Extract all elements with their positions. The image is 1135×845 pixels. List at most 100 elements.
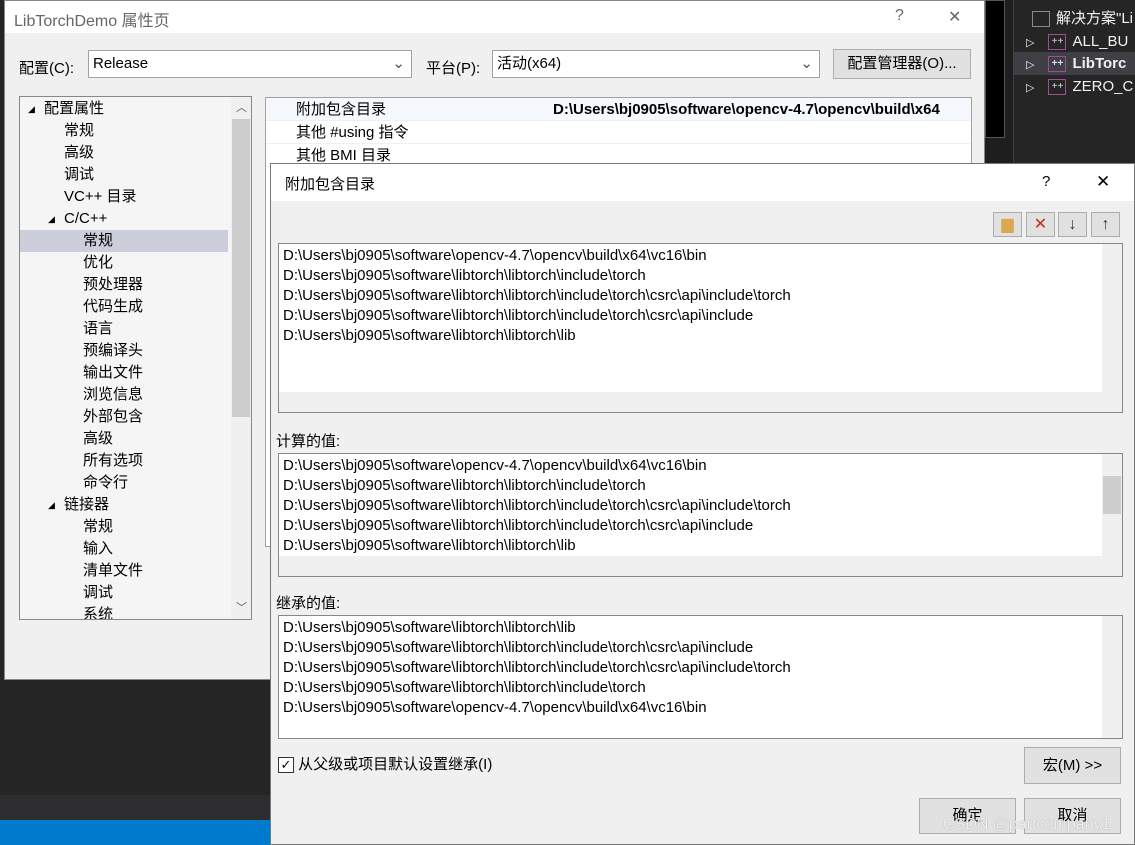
scrollbar-thumb[interactable] — [1103, 476, 1121, 514]
tree-item-label: 输出文件 — [83, 364, 144, 381]
tree-item-label: 代码生成 — [83, 298, 144, 315]
vertical-scrollbar[interactable] — [1102, 454, 1122, 556]
tree-item[interactable]: 预处理器 — [20, 274, 228, 296]
tree-item-label: 常规 — [83, 518, 114, 535]
tree-item-label: 系统 — [83, 606, 114, 620]
expand-icon[interactable]: ◢ — [48, 494, 55, 516]
inherit-checkbox[interactable]: ✓ 从父级或项目默认设置继承(I) — [278, 753, 492, 774]
tree-item[interactable]: 调试 — [20, 582, 228, 604]
tree-item-label: 输入 — [83, 540, 114, 557]
platform-select[interactable]: 活动(x64) ⌄ — [492, 50, 820, 78]
checkmark-icon: ✓ — [278, 757, 294, 774]
tree-item-label: 预编译头 — [83, 342, 144, 359]
delete-icon[interactable]: ✕ — [1026, 212, 1055, 237]
path-entry[interactable]: D:\Users\bj0905\software\libtorch\libtor… — [283, 266, 646, 286]
tree-item-label: 外部包含 — [83, 408, 144, 425]
tree-item-label: 所有选项 — [83, 452, 144, 469]
tree-item[interactable]: 语言 — [20, 318, 228, 340]
path-entry: D:\Users\bj0905\software\libtorch\libtor… — [283, 517, 754, 534]
help-button[interactable]: ? — [895, 7, 904, 25]
config-select[interactable]: Release ⌄ — [88, 50, 412, 78]
tree-item[interactable]: 高级 — [20, 142, 228, 164]
tree-item-label: 调试 — [83, 584, 114, 601]
chevron-down-icon: ⌄ — [392, 55, 405, 72]
close-button[interactable]: ✕ — [948, 7, 961, 27]
expand-icon[interactable]: ◢ — [48, 208, 55, 230]
grid-row[interactable]: 附加包含目录 D:\Users\bj0905\software\opencv-4.… — [266, 98, 971, 121]
chevron-down-icon: ⌄ — [800, 55, 813, 72]
help-button[interactable]: ? — [1042, 173, 1050, 190]
path-entry: D:\Users\bj0905\software\libtorch\libtor… — [283, 679, 646, 696]
tree-item-label: 浏览信息 — [83, 386, 144, 403]
tree-item[interactable]: 系统 — [20, 604, 228, 620]
close-button[interactable]: ✕ — [1096, 172, 1110, 192]
tree-item[interactable]: VC++ 目录 — [20, 186, 228, 208]
path-entry: D:\Users\bj0905\software\libtorch\libtor… — [283, 619, 576, 636]
path-entry[interactable]: D:\Users\bj0905\software\libtorch\libtor… — [283, 286, 791, 306]
evaluated-label: 计算的值: — [276, 433, 341, 450]
editor-panel — [985, 0, 1005, 138]
project-item[interactable]: ▷ ++ ALL_BU — [1014, 30, 1135, 53]
tree-item[interactable]: 常规 — [20, 120, 228, 142]
property-tree: ◢ 配置属性 常规 高级 调试 VC++ 目录 ◢ C/C++ 常规 优化 预处理器 代码生成 语言 预编… — [19, 96, 252, 620]
path-entry: D:\Users\bj0905\software\libtorch\libtor… — [283, 659, 791, 676]
horizontal-scrollbar[interactable] — [279, 556, 1122, 576]
inherited-list: D:\Users\bj0905\software\opencv-4.7\open… — [278, 615, 1123, 739]
path-entry: D:\Users\bj0905\software\opencv-4.7\open… — [283, 699, 707, 716]
project-item-selected[interactable]: ▷ ++ LibTorc — [1014, 52, 1135, 75]
expand-icon[interactable]: ◢ — [28, 98, 35, 120]
solution-icon — [1032, 11, 1050, 28]
tree-item-label: 预处理器 — [83, 276, 144, 293]
evaluated-list: D:\Users\bj0905\software\libtorch\libtor… — [278, 453, 1123, 577]
move-up-icon[interactable]: ↑ — [1091, 212, 1120, 237]
grid-row[interactable]: 其他 #using 指令 — [266, 121, 971, 144]
tree-item[interactable]: 优化 — [20, 252, 228, 274]
tree-item-label: 高级 — [64, 144, 95, 161]
vertical-scrollbar[interactable] — [1102, 244, 1122, 392]
move-down-icon[interactable]: ↓ — [1058, 212, 1087, 237]
config-manager-button[interactable]: 配置管理器(O)... — [833, 49, 971, 79]
path-entry[interactable]: D:\Users\bj0905\software\opencv-4.7\open… — [283, 246, 707, 266]
tree-item-label: C/C++ — [64, 210, 108, 227]
tree-item-label: 调试 — [64, 166, 95, 183]
tree-item[interactable]: 常规 — [20, 516, 228, 538]
tree-item-label: 语言 — [83, 320, 114, 337]
tree-item[interactable]: ◢ 配置属性 — [20, 98, 228, 120]
path-entry[interactable]: D:\Users\bj0905\software\libtorch\libtor… — [283, 306, 753, 326]
tree-item-label: VC++ 目录 — [64, 188, 137, 205]
entries-list[interactable]: D:\Users\bj0905\software\libtorch\libtor… — [278, 243, 1123, 413]
tree-item[interactable]: 常规 — [20, 230, 228, 252]
path-entry: D:\Users\bj0905\software\libtorch\libtor… — [283, 639, 754, 656]
tree-item[interactable]: 输入 — [20, 538, 228, 560]
tree-item-label: 常规 — [83, 232, 114, 249]
tree-item[interactable]: 输出文件 — [20, 362, 228, 384]
tree-item[interactable]: 所有选项 — [20, 450, 228, 472]
project-icon: ++ — [1048, 79, 1067, 96]
tree-scrollbar[interactable]: ︿ ﹀ — [231, 97, 251, 619]
project-item[interactable]: ▷ ++ ZERO_C — [1014, 75, 1135, 98]
tree-item[interactable]: 清单文件 — [20, 560, 228, 582]
tree-item[interactable]: 代码生成 — [20, 296, 228, 318]
tree-item[interactable]: 预编译头 — [20, 340, 228, 362]
path-entry: D:\Users\bj0905\software\libtorch\libtor… — [283, 537, 576, 554]
tree-item[interactable]: 高级 — [20, 428, 228, 450]
new-folder-icon[interactable]: ▆ — [993, 212, 1022, 237]
tree-item[interactable]: ◢ 链接器 — [20, 494, 228, 516]
project-icon: ++ — [1048, 56, 1067, 73]
tree-item[interactable]: 命令行 — [20, 472, 228, 494]
tree-item-label: 清单文件 — [83, 562, 144, 579]
tree-item[interactable]: 浏览信息 — [20, 384, 228, 406]
watermark: CSDN @partcompany1 — [943, 816, 1111, 833]
horizontal-scrollbar[interactable] — [279, 392, 1122, 412]
tree-item[interactable]: 调试 — [20, 164, 228, 186]
macros-button[interactable]: 宏(M) >> — [1024, 747, 1121, 784]
include-dirs-dialog: 附加包含目录 ? ✕ ▆ ✕ ↓ ↑ D:\Users\bj0905\softw… — [270, 163, 1135, 845]
tree-item[interactable]: 外部包含 — [20, 406, 228, 428]
inherited-label: 继承的值: — [276, 595, 341, 612]
vertical-scrollbar[interactable] — [1102, 616, 1122, 738]
path-entry[interactable]: D:\Users\bj0905\software\libtorch\libtor… — [283, 326, 576, 346]
solution-item[interactable]: 解决方案"Li — [1014, 7, 1135, 30]
scrollbar-thumb[interactable] — [232, 119, 250, 417]
window-title-bar: LibTorchDemo 属性页 ? ✕ — [5, 1, 984, 33]
tree-item[interactable]: ◢ C/C++ — [20, 208, 228, 230]
